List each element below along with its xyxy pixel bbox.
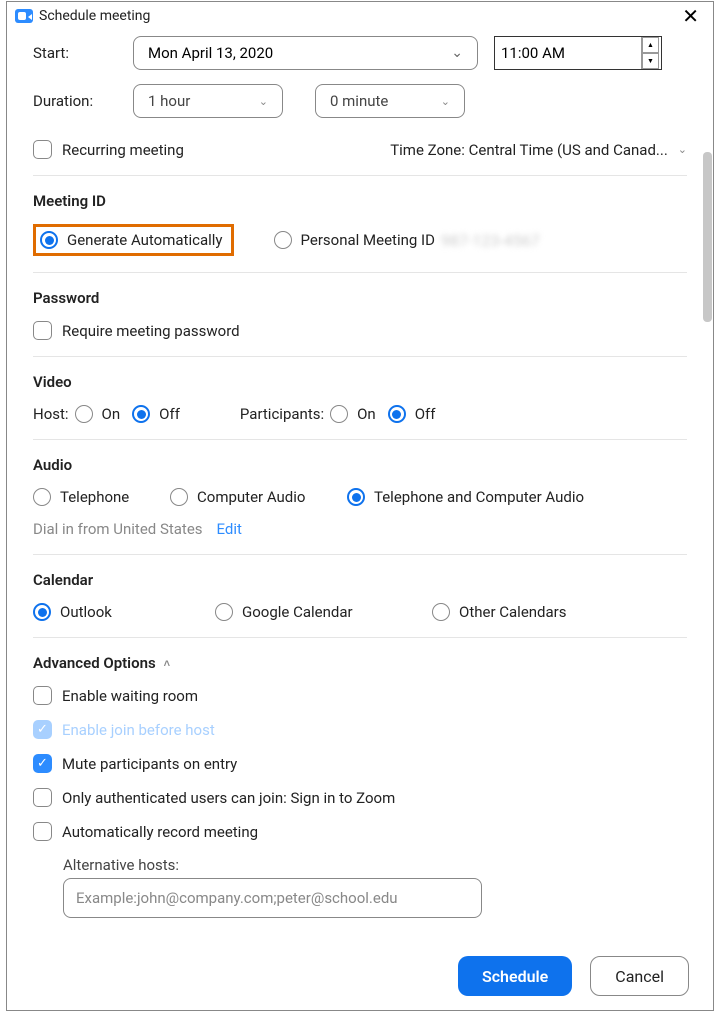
- title-bar: Schedule meeting ✕: [7, 2, 713, 30]
- chevron-down-icon: ⌄: [678, 143, 687, 156]
- generate-auto-highlight: Generate Automatically: [33, 224, 234, 256]
- participants-video-on-radio[interactable]: [330, 405, 348, 423]
- personal-meeting-id-masked: 987-123-4567: [441, 231, 540, 250]
- authenticated-only-checkbox[interactable]: [33, 788, 52, 807]
- chevron-up-icon: ˄: [164, 657, 170, 670]
- advanced-options-toggle[interactable]: Advanced Options ˄: [33, 654, 687, 672]
- alt-hosts-placeholder: Example:john@company.com;peter@school.ed…: [76, 889, 398, 907]
- video-host-label: Host:: [33, 405, 69, 423]
- host-video-off-label: Off: [159, 405, 180, 423]
- host-video-on-label: On: [102, 405, 121, 423]
- dial-in-hint: Dial in from United States: [33, 520, 203, 538]
- chevron-down-icon: ⌄: [441, 95, 450, 108]
- audio-both-label: Telephone and Computer Audio: [374, 488, 584, 506]
- zoom-icon: [15, 9, 33, 23]
- generate-auto-radio[interactable]: [40, 231, 58, 249]
- join-before-host-label: Enable join before host: [62, 721, 215, 739]
- generate-auto-label: Generate Automatically: [67, 231, 223, 249]
- chevron-down-icon: ⌄: [259, 95, 268, 108]
- schedule-button[interactable]: Schedule: [458, 956, 572, 996]
- time-spinner[interactable]: ▲ ▼: [641, 37, 659, 69]
- cancel-button[interactable]: Cancel: [590, 956, 689, 996]
- auto-record-label: Automatically record meeting: [62, 823, 258, 841]
- start-time-input[interactable]: 11:00 AM ▲ ▼: [494, 36, 662, 70]
- timezone-select[interactable]: Time Zone: Central Time (US and Canad...…: [390, 141, 687, 159]
- schedule-button-label: Schedule: [482, 967, 548, 986]
- audio-both-radio[interactable]: [347, 488, 365, 506]
- waiting-room-label: Enable waiting room: [62, 687, 198, 705]
- host-video-on-radio[interactable]: [75, 405, 93, 423]
- audio-computer-label: Computer Audio: [197, 488, 347, 506]
- close-button[interactable]: ✕: [676, 7, 705, 25]
- audio-title: Audio: [33, 456, 687, 474]
- duration-minutes-value: 0 minute: [330, 92, 388, 110]
- calendar-outlook-radio[interactable]: [33, 603, 51, 621]
- calendar-google-radio[interactable]: [215, 603, 233, 621]
- audio-telephone-radio[interactable]: [33, 488, 51, 506]
- calendar-outlook-label: Outlook: [60, 603, 215, 621]
- participants-video-on-label: On: [357, 405, 376, 423]
- calendar-google-label: Google Calendar: [242, 603, 432, 621]
- cancel-button-label: Cancel: [615, 967, 664, 986]
- calendar-title: Calendar: [33, 571, 687, 589]
- personal-meeting-radio[interactable]: [274, 231, 292, 249]
- video-participants-label: Participants:: [240, 405, 324, 423]
- password-title: Password: [33, 289, 687, 307]
- authenticated-only-label: Only authenticated users can join: Sign …: [62, 789, 395, 807]
- duration-minutes-select[interactable]: 0 minute ⌄: [315, 84, 465, 118]
- calendar-other-label: Other Calendars: [459, 603, 567, 621]
- chevron-down-icon: ⌄: [451, 45, 463, 61]
- spinner-up-icon[interactable]: ▲: [642, 37, 659, 53]
- video-title: Video: [33, 373, 687, 391]
- audio-telephone-label: Telephone: [60, 488, 170, 506]
- alt-hosts-input[interactable]: Example:john@company.com;peter@school.ed…: [63, 878, 482, 918]
- window-title: Schedule meeting: [39, 8, 150, 24]
- duration-hours-value: 1 hour: [148, 92, 190, 110]
- duration-label: Duration:: [33, 92, 133, 110]
- recurring-checkbox[interactable]: [33, 140, 52, 159]
- scrollbar-thumb[interactable]: [703, 152, 712, 322]
- audio-computer-radio[interactable]: [170, 488, 188, 506]
- calendar-other-radio[interactable]: [432, 603, 450, 621]
- advanced-options-label: Advanced Options: [33, 654, 156, 672]
- recurring-label: Recurring meeting: [62, 141, 184, 159]
- personal-meeting-label: Personal Meeting ID: [301, 231, 435, 249]
- host-video-off-radio[interactable]: [132, 405, 150, 423]
- mute-on-entry-checkbox[interactable]: ✓: [33, 754, 52, 773]
- spinner-down-icon[interactable]: ▼: [642, 53, 659, 69]
- schedule-meeting-dialog: Schedule meeting ✕ Start: Mon April 13, …: [6, 1, 714, 1011]
- mute-on-entry-label: Mute participants on entry: [62, 755, 237, 773]
- require-password-label: Require meeting password: [62, 322, 240, 340]
- join-before-host-checkbox: ✓: [33, 720, 52, 739]
- participants-video-off-label: Off: [415, 405, 436, 423]
- timezone-label: Time Zone: Central Time (US and Canad...: [390, 141, 668, 159]
- auto-record-checkbox[interactable]: [33, 822, 52, 841]
- participants-video-off-radio[interactable]: [388, 405, 406, 423]
- duration-hours-select[interactable]: 1 hour ⌄: [133, 84, 283, 118]
- start-time-value: 11:00 AM: [501, 44, 565, 62]
- meeting-id-title: Meeting ID: [33, 192, 687, 210]
- dial-edit-link[interactable]: Edit: [217, 520, 242, 538]
- require-password-checkbox[interactable]: [33, 321, 52, 340]
- alt-hosts-label: Alternative hosts:: [63, 856, 687, 874]
- waiting-room-checkbox[interactable]: [33, 686, 52, 705]
- start-label: Start:: [33, 44, 133, 62]
- start-date-select[interactable]: Mon April 13, 2020 ⌄: [133, 36, 478, 70]
- start-date-value: Mon April 13, 2020: [148, 44, 273, 62]
